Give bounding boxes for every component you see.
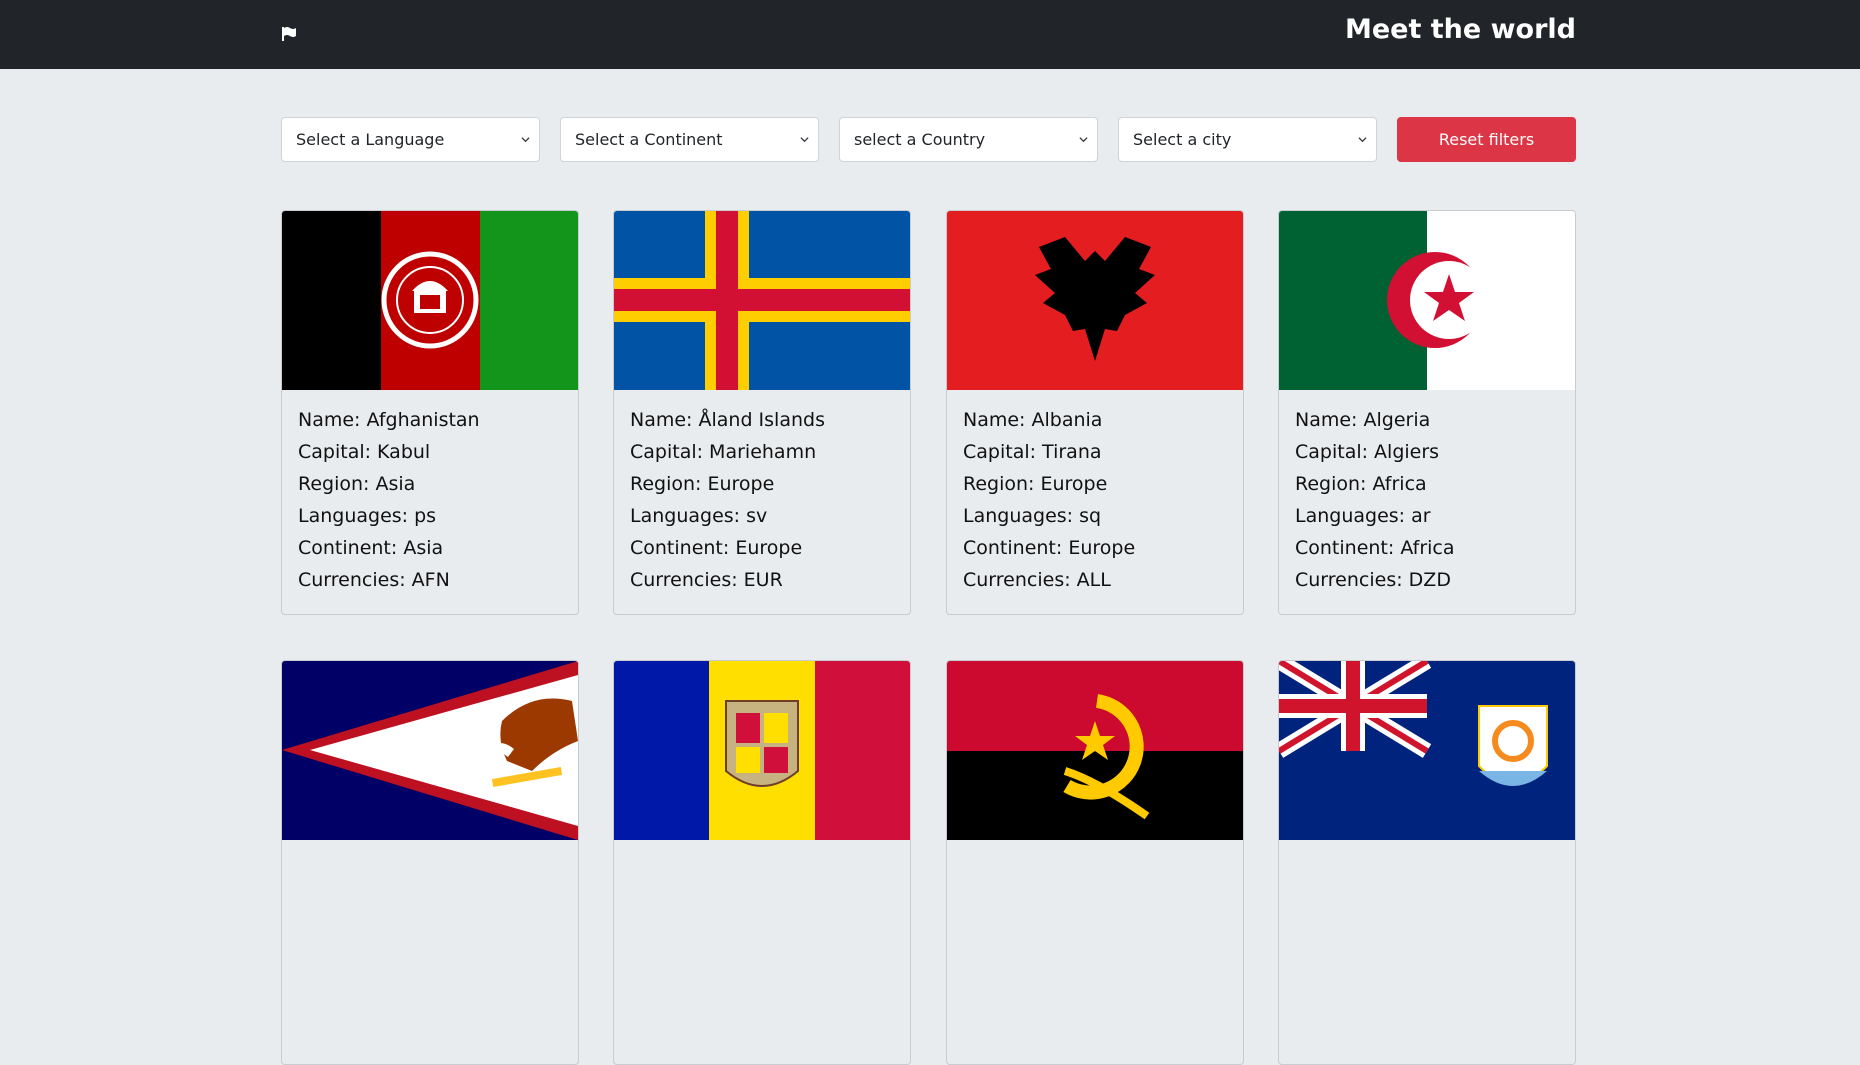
language-select-label: Select a Language <box>296 130 445 149</box>
country-capital: Capital: Kabul <box>298 441 431 463</box>
country-languages: Languages: sq <box>963 505 1102 527</box>
andorra-flag <box>614 661 910 840</box>
country-card[interactable]: Name: Afghanistan Capital: Kabul Region:… <box>281 210 579 615</box>
country-currencies: Currencies: AFN <box>298 569 450 591</box>
country-card[interactable] <box>1278 660 1576 1065</box>
country-info: Name: Algeria Capital: Algiers Region: A… <box>1295 404 1455 596</box>
country-info: Name: Albania Capital: Tirana Region: Eu… <box>963 404 1135 596</box>
country-continent: Continent: Africa <box>1295 537 1455 559</box>
country-capital: Capital: Mariehamn <box>630 441 817 463</box>
chevron-down-icon <box>1358 137 1367 143</box>
algeria-flag <box>1279 211 1575 390</box>
country-languages: Languages: sv <box>630 505 768 527</box>
country-card[interactable] <box>613 660 911 1065</box>
chevron-down-icon <box>800 137 809 143</box>
angola-flag <box>947 661 1243 840</box>
city-select[interactable]: Select a city <box>1118 117 1377 162</box>
country-card[interactable] <box>946 660 1244 1065</box>
country-card[interactable] <box>281 660 579 1065</box>
city-select-label: Select a city <box>1133 130 1232 149</box>
country-select-label: select a Country <box>854 130 986 149</box>
country-region: Region: Africa <box>1295 473 1427 495</box>
country-card[interactable]: Name: Algeria Capital: Algiers Region: A… <box>1278 210 1576 615</box>
country-card[interactable]: Name: Albania Capital: Tirana Region: Eu… <box>946 210 1244 615</box>
continent-select-label: Select a Continent <box>575 130 723 149</box>
aland-flag <box>614 211 910 390</box>
country-name: Name: Albania <box>963 409 1103 431</box>
reset-filters-button[interactable]: Reset filters <box>1397 117 1576 162</box>
country-currencies: Currencies: ALL <box>963 569 1111 591</box>
country-languages: Languages: ar <box>1295 505 1431 527</box>
country-region: Region: Europe <box>963 473 1108 495</box>
country-name: Name: Algeria <box>1295 409 1431 431</box>
chevron-down-icon <box>1079 137 1088 143</box>
afghanistan-flag <box>282 211 578 390</box>
country-languages: Languages: ps <box>298 505 437 527</box>
country-card[interactable]: Name: Åland Islands Capital: Mariehamn R… <box>613 210 911 615</box>
country-name: Name: Åland Islands <box>630 409 825 431</box>
country-name: Name: Afghanistan <box>298 409 480 431</box>
american-samoa-flag <box>282 661 578 840</box>
country-currencies: Currencies: DZD <box>1295 569 1451 591</box>
country-continent: Continent: Europe <box>630 537 803 559</box>
country-select[interactable]: select a Country <box>839 117 1098 162</box>
country-region: Region: Asia <box>298 473 416 495</box>
country-capital: Capital: Algiers <box>1295 441 1440 463</box>
country-capital: Capital: Tirana <box>963 441 1102 463</box>
brand-title[interactable]: Meet the world <box>1345 14 1576 45</box>
chevron-down-icon <box>521 137 530 143</box>
country-continent: Continent: Asia <box>298 537 444 559</box>
anguilla-flag <box>1279 661 1575 840</box>
country-region: Region: Europe <box>630 473 775 495</box>
country-continent: Continent: Europe <box>963 537 1136 559</box>
filter-bar: Select a Language Select a Continent sel… <box>281 117 1577 162</box>
continent-select[interactable]: Select a Continent <box>560 117 819 162</box>
albania-flag <box>947 211 1243 390</box>
country-currencies: Currencies: EUR <box>630 569 783 591</box>
language-select[interactable]: Select a Language <box>281 117 540 162</box>
country-info: Name: Åland Islands Capital: Mariehamn R… <box>630 404 825 596</box>
flag-icon[interactable] <box>281 26 297 42</box>
navbar: Meet the world <box>0 0 1860 69</box>
country-info: Name: Afghanistan Capital: Kabul Region:… <box>298 404 480 596</box>
